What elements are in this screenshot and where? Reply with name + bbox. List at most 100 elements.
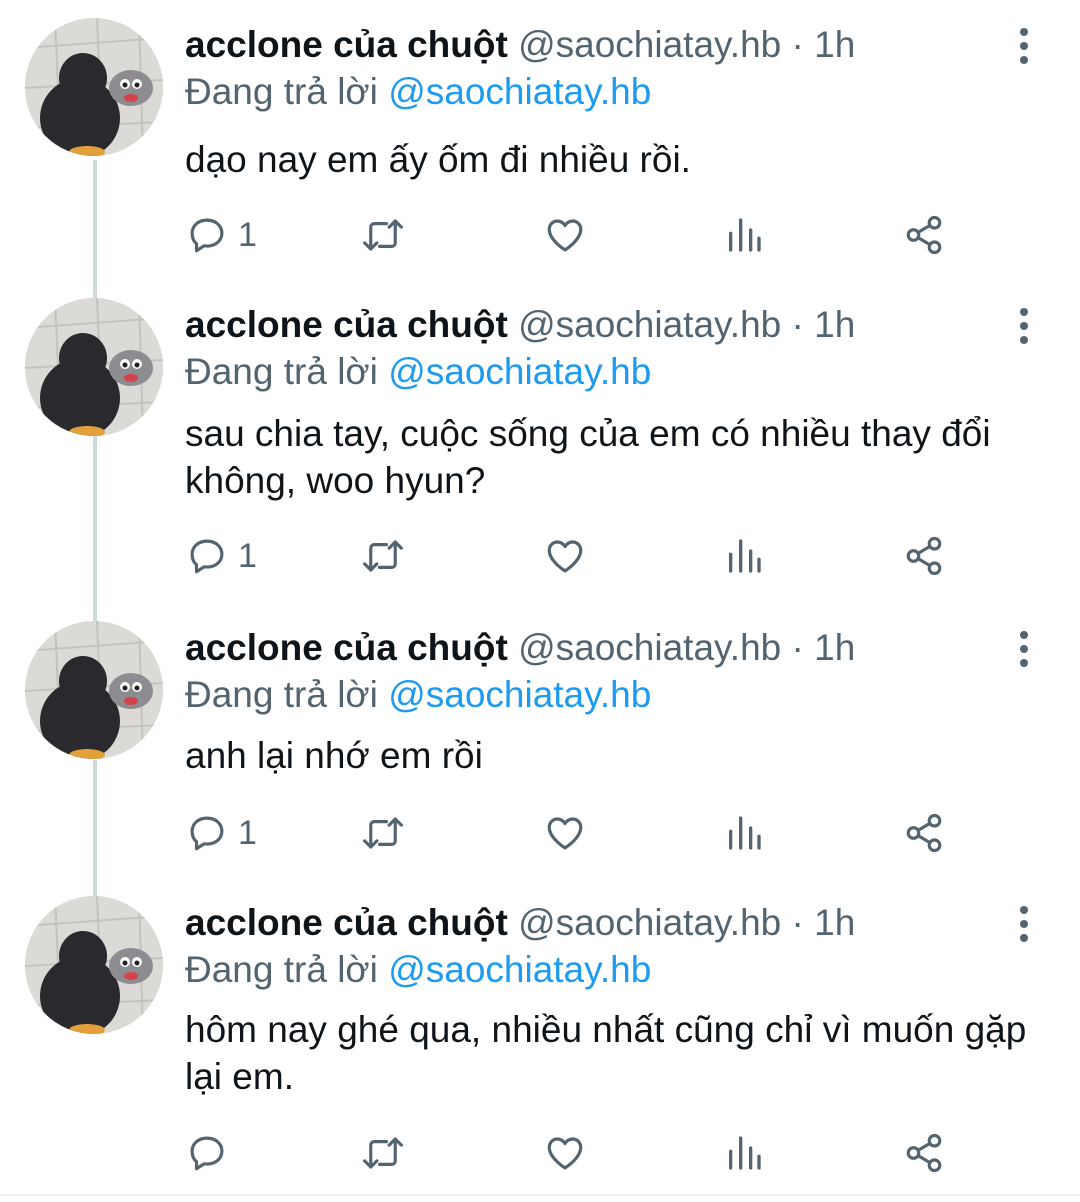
tweet-header: acclone của chuột @saochiatay.hb · 1h — [185, 22, 855, 68]
retweet-icon — [363, 219, 403, 251]
replying-to: Đang trả lời @saochiatay.hb — [185, 947, 651, 993]
retweet-icon — [363, 817, 403, 849]
retweet-button[interactable] — [360, 808, 406, 858]
like-button[interactable] — [543, 531, 587, 581]
timestamp[interactable]: 1h — [814, 24, 855, 65]
display-name[interactable]: acclone của chuột — [185, 902, 508, 943]
heart-icon — [547, 540, 583, 573]
mention-link[interactable]: @saochiatay.hb — [388, 674, 651, 715]
views-button[interactable] — [724, 210, 764, 260]
timestamp[interactable]: 1h — [814, 304, 855, 345]
reply-icon — [190, 1136, 224, 1171]
action-bar: 1 — [0, 531, 1080, 581]
replying-to: Đang trả lời @saochiatay.hb — [185, 349, 651, 395]
more-vertical-icon[interactable] — [1012, 631, 1036, 671]
penguin-avatar — [25, 896, 163, 1034]
avatar[interactable] — [25, 298, 163, 436]
share-icon — [906, 536, 942, 576]
views-icon — [729, 218, 761, 252]
reply-button[interactable]: 1 — [186, 808, 257, 858]
penguin-avatar — [25, 18, 163, 156]
tweet[interactable]: acclone của chuột @saochiatay.hb · 1h Đa… — [0, 878, 1080, 1194]
replying-label: Đang trả lời — [185, 674, 389, 715]
action-bar: 1 — [0, 210, 1080, 260]
tweet[interactable]: acclone của chuột @saochiatay.hb · 1h Đa… — [0, 603, 1080, 875]
views-icon — [729, 539, 761, 573]
replying-to: Đang trả lời @saochiatay.hb — [185, 672, 651, 718]
reply-icon — [190, 539, 224, 574]
action-bar: 1 — [0, 808, 1080, 858]
divider — [0, 1194, 1080, 1196]
action-bar — [0, 1128, 1080, 1178]
share-icon — [906, 813, 942, 853]
views-button[interactable] — [724, 1128, 764, 1178]
more-vertical-icon[interactable] — [1012, 308, 1036, 348]
username[interactable]: @saochiatay.hb — [518, 902, 781, 943]
username[interactable]: @saochiatay.hb — [518, 24, 781, 65]
like-button[interactable] — [543, 210, 587, 260]
heart-icon — [547, 219, 583, 252]
separator-dot: · — [791, 304, 804, 345]
tweet-text: anh lại nhớ em rồi — [185, 735, 483, 776]
tweet-header: acclone của chuột @saochiatay.hb · 1h — [185, 900, 855, 946]
heart-icon — [547, 817, 583, 850]
reply-count: 1 — [238, 813, 257, 852]
tweet-text: dạo nay em ấy ốm đi nhiều rồi. — [185, 139, 691, 180]
avatar[interactable] — [25, 18, 163, 156]
share-button[interactable] — [902, 531, 946, 581]
replying-label: Đang trả lời — [185, 949, 389, 990]
retweet-button[interactable] — [360, 210, 406, 260]
tweet[interactable]: acclone của chuột @saochiatay.hb · 1h Đa… — [0, 0, 1080, 280]
views-icon — [729, 1136, 761, 1170]
tweet-header: acclone của chuột @saochiatay.hb · 1h — [185, 625, 855, 671]
separator-dot: · — [791, 627, 804, 668]
reply-icon — [190, 218, 224, 253]
share-button[interactable] — [902, 1128, 946, 1178]
more-vertical-icon[interactable] — [1012, 28, 1036, 68]
views-button[interactable] — [724, 531, 764, 581]
tweet-text: hôm nay ghé qua, nhiều nhất cũng chỉ vì … — [185, 1009, 1027, 1097]
mention-link[interactable]: @saochiatay.hb — [388, 949, 651, 990]
username[interactable]: @saochiatay.hb — [518, 627, 781, 668]
more-vertical-icon[interactable] — [1012, 906, 1036, 946]
separator-dot: · — [791, 24, 804, 65]
display-name[interactable]: acclone của chuột — [185, 24, 508, 65]
share-icon — [906, 215, 942, 255]
retweet-button[interactable] — [360, 531, 406, 581]
reply-button[interactable]: 1 — [186, 210, 257, 260]
views-button[interactable] — [724, 808, 764, 858]
retweet-icon — [363, 1137, 403, 1169]
tweet[interactable]: acclone của chuột @saochiatay.hb · 1h Đa… — [0, 280, 1080, 600]
reply-count: 1 — [238, 536, 257, 575]
display-name[interactable]: acclone của chuột — [185, 627, 508, 668]
replying-label: Đang trả lời — [185, 71, 389, 112]
reply-count: 1 — [238, 215, 257, 254]
retweet-icon — [363, 540, 403, 572]
mention-link[interactable]: @saochiatay.hb — [388, 351, 651, 392]
share-icon — [906, 1133, 942, 1173]
retweet-button[interactable] — [360, 1128, 406, 1178]
timestamp[interactable]: 1h — [814, 627, 855, 668]
avatar[interactable] — [25, 896, 163, 1034]
mention-link[interactable]: @saochiatay.hb — [388, 71, 651, 112]
penguin-avatar — [25, 298, 163, 436]
penguin-avatar — [25, 621, 163, 759]
reply-button[interactable]: 1 — [186, 531, 257, 581]
tweet-text: sau chia tay, cuộc sống của em có nhiều … — [185, 413, 991, 501]
heart-icon — [547, 1137, 583, 1170]
timestamp[interactable]: 1h — [814, 902, 855, 943]
reply-button[interactable] — [186, 1128, 238, 1178]
share-button[interactable] — [902, 210, 946, 260]
like-button[interactable] — [543, 808, 587, 858]
display-name[interactable]: acclone của chuột — [185, 304, 508, 345]
tweet-header: acclone của chuột @saochiatay.hb · 1h — [185, 302, 855, 348]
replying-to: Đang trả lời @saochiatay.hb — [185, 69, 651, 115]
replying-label: Đang trả lời — [185, 351, 389, 392]
views-icon — [729, 816, 761, 850]
separator-dot: · — [791, 902, 804, 943]
username[interactable]: @saochiatay.hb — [518, 304, 781, 345]
avatar[interactable] — [25, 621, 163, 759]
reply-icon — [190, 816, 224, 851]
like-button[interactable] — [543, 1128, 587, 1178]
share-button[interactable] — [902, 808, 946, 858]
